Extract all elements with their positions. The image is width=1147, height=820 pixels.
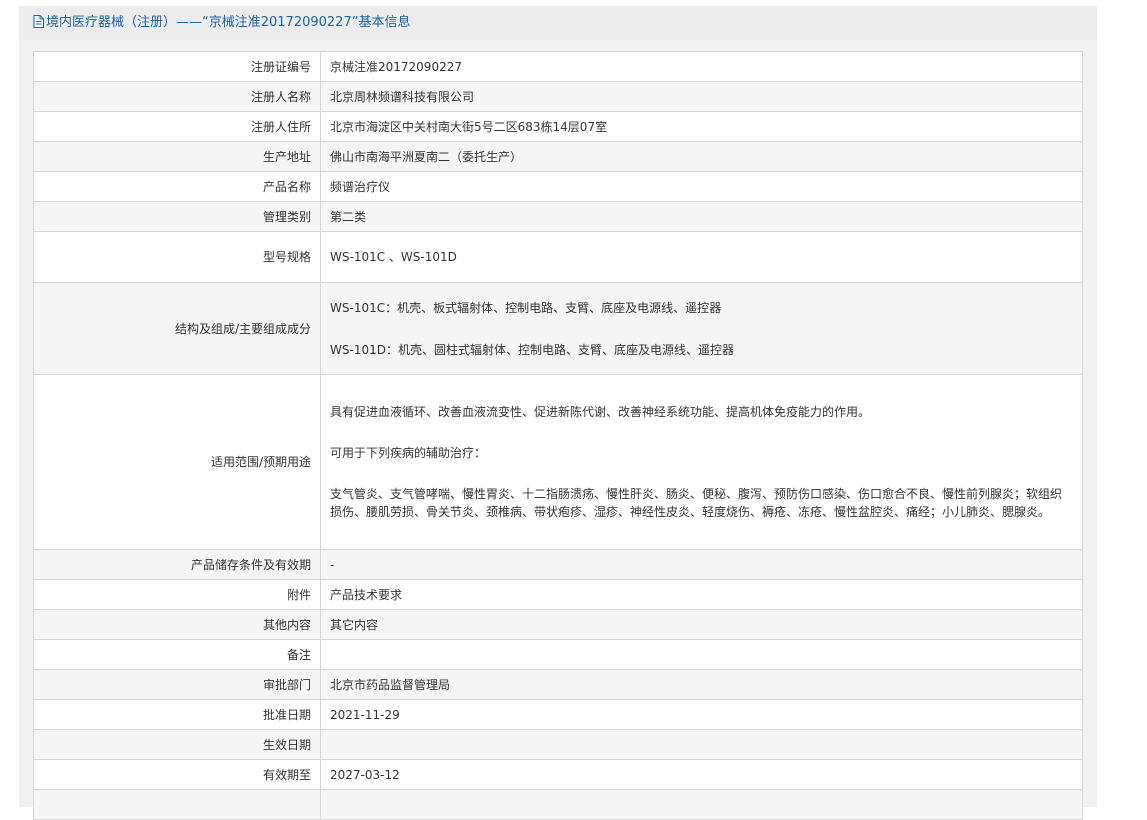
info-table-wrap: 注册证编号 京械注准20172090227 注册人名称 北京周林频谱科技有限公司… (33, 51, 1083, 820)
field-label: 注册人名称 (33, 81, 321, 112)
field-value (320, 789, 1083, 820)
table-row: 型号规格 WS-101C 、WS-101D (33, 231, 1083, 283)
table-row: 生产地址 佛山市南海平洲夏南二（委托生产） (33, 141, 1083, 172)
page-title: 境内医疗器械（注册）——“京械注准20172090227”基本信息 (46, 15, 411, 30)
table-row: 管理类别 第二类 (33, 201, 1083, 232)
field-value-scope: 具有促进血液循环、改善血液流变性、促进新陈代谢、改善神经系统功能、提高机体免疫能… (320, 374, 1083, 550)
table-row: 批准日期 2021-11-29 (33, 699, 1083, 730)
table-row: 备注 (33, 639, 1083, 670)
field-label: 备注 (33, 639, 321, 670)
table-row: 注册证编号 京械注准20172090227 (33, 51, 1083, 82)
field-value-structure: WS-101C：机壳、板式辐射体、控制电路、支臂、底座及电源线、遥控器 WS-1… (320, 282, 1083, 375)
field-value: 频谱治疗仪 (320, 171, 1083, 202)
scope-paragraph-3: 支气管炎、支气管哮喘、慢性胃炎、十二指肠溃疡、慢性肝炎、肠炎、便秘、腹泻、预防伤… (330, 487, 1063, 519)
scope-paragraph-1: 具有促进血液循环、改善血液流变性、促进新陈代谢、改善神经系统功能、提高机体免疫能… (330, 405, 871, 419)
scope-paragraph-2: 可用于下列疾病的辅助治疗： (330, 446, 487, 460)
field-label (33, 789, 321, 820)
field-label: 产品储存条件及有效期 (33, 549, 321, 580)
table-row: 注册人名称 北京周林频谱科技有限公司 (33, 81, 1083, 112)
structure-line-1: WS-101C：机壳、板式辐射体、控制电路、支臂、底座及电源线、遥控器 (330, 300, 722, 315)
field-value: 其它内容 (320, 609, 1083, 640)
field-label: 审批部门 (33, 669, 321, 700)
info-table: 注册证编号 京械注准20172090227 注册人名称 北京周林频谱科技有限公司… (33, 51, 1083, 820)
field-label: 有效期至 (33, 759, 321, 790)
table-row: 附件 产品技术要求 (33, 579, 1083, 610)
panel-header: 境内医疗器械（注册）——“京械注准20172090227”基本信息 (19, 6, 1097, 40)
detail-panel: 境内医疗器械（注册）——“京械注准20172090227”基本信息 注册证编号 … (19, 6, 1097, 820)
field-label: 其他内容 (33, 609, 321, 640)
table-row: 生效日期 (33, 729, 1083, 760)
field-value: 北京周林频谱科技有限公司 (320, 81, 1083, 112)
field-label: 适用范围/预期用途 (33, 374, 321, 550)
table-row: 有效期至 2027-03-12 (33, 759, 1083, 790)
field-value: 第二类 (320, 201, 1083, 232)
field-value: 2027-03-12 (320, 759, 1083, 790)
field-label: 附件 (33, 579, 321, 610)
field-label: 管理类别 (33, 201, 321, 232)
field-label: 注册证编号 (33, 51, 321, 82)
field-label: 结构及组成/主要组成成分 (33, 282, 321, 375)
table-row: 产品储存条件及有效期 - (33, 549, 1083, 580)
field-value: 产品技术要求 (320, 579, 1083, 610)
table-row: 注册人住所 北京市海淀区中关村南大街5号二区683栋14层07室 (33, 111, 1083, 142)
table-row: 其他内容 其它内容 (33, 609, 1083, 640)
field-value: 北京市海淀区中关村南大街5号二区683栋14层07室 (320, 111, 1083, 142)
field-label: 产品名称 (33, 171, 321, 202)
table-row: 审批部门 北京市药品监督管理局 (33, 669, 1083, 700)
table-row: 适用范围/预期用途 具有促进血液循环、改善血液流变性、促进新陈代谢、改善神经系统… (33, 374, 1083, 550)
field-label: 生产地址 (33, 141, 321, 172)
table-row (33, 789, 1083, 820)
document-icon (33, 15, 44, 28)
field-label: 批准日期 (33, 699, 321, 730)
field-label: 注册人住所 (33, 111, 321, 142)
field-value: 2021-11-29 (320, 699, 1083, 730)
field-label: 生效日期 (33, 729, 321, 760)
table-row: 产品名称 频谱治疗仪 (33, 171, 1083, 202)
structure-line-2: WS-101D：机壳、圆柱式辐射体、控制电路、支臂、底座及电源线、遥控器 (330, 342, 734, 357)
field-label: 型号规格 (33, 231, 321, 283)
field-value: 北京市药品监督管理局 (320, 669, 1083, 700)
field-value: 京械注准20172090227 (320, 51, 1083, 82)
field-value: WS-101C 、WS-101D (320, 231, 1083, 283)
field-value (320, 639, 1083, 670)
field-value: - (320, 549, 1083, 580)
field-value (320, 729, 1083, 760)
table-row: 结构及组成/主要组成成分 WS-101C：机壳、板式辐射体、控制电路、支臂、底座… (33, 282, 1083, 375)
field-value: 佛山市南海平洲夏南二（委托生产） (320, 141, 1083, 172)
